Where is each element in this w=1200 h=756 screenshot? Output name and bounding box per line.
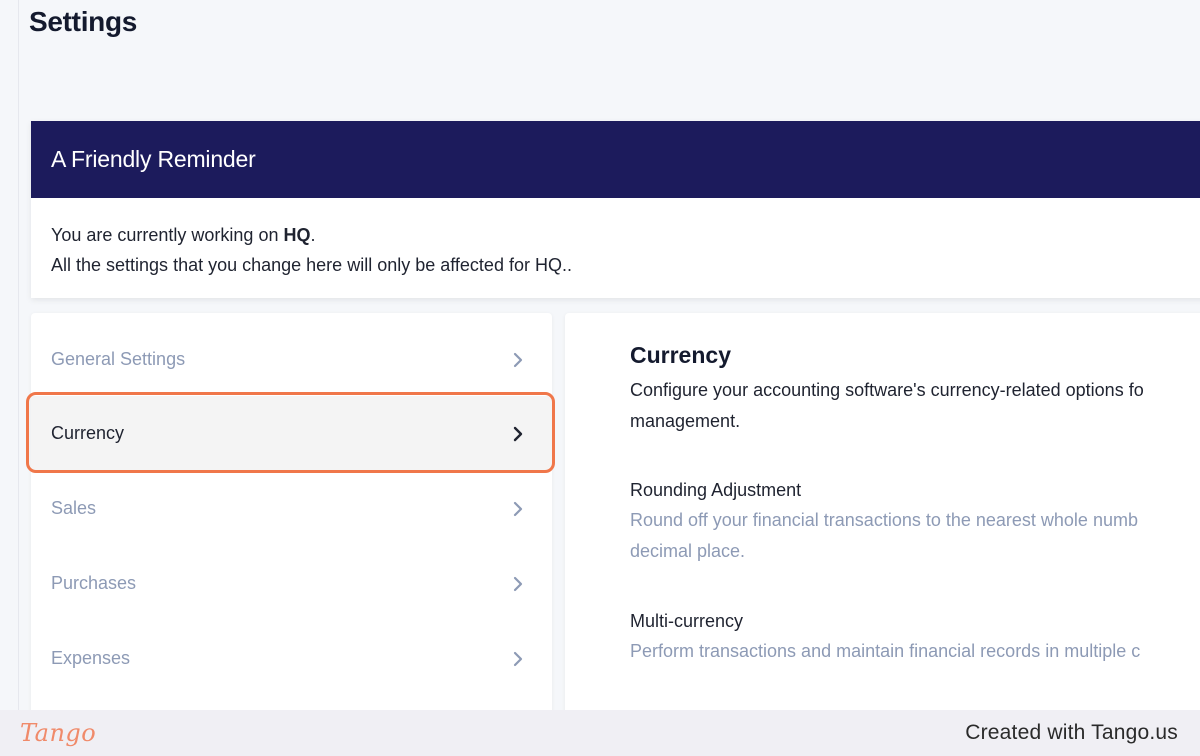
- branch-name: HQ: [283, 225, 311, 245]
- option-description-rounding-adjustment: Round off your financial transactions to…: [630, 505, 1138, 567]
- nav-item-label: Expenses: [51, 648, 131, 668]
- reminder-line-1-suffix: .: [310, 225, 316, 245]
- nav-item-purchases[interactable]: Purchases: [31, 546, 552, 621]
- settings-content-panel: Currency Configure your accounting softw…: [565, 313, 1200, 733]
- section-description: Configure your accounting software's cur…: [630, 375, 1200, 437]
- reminder-line-1-prefix: You are currently working on: [51, 225, 284, 245]
- option-description-line-1: Perform transactions and maintain financ…: [630, 641, 1141, 661]
- section-description-line-1: Configure your accounting software's cur…: [630, 380, 1144, 400]
- nav-item-label: Currency: [51, 423, 125, 443]
- reminder-heading: A Friendly Reminder: [31, 121, 1200, 198]
- tango-logo: Tango: [20, 719, 97, 747]
- chevron-right-icon: [512, 426, 524, 442]
- option-title-multi-currency: Multi-currency: [630, 611, 744, 631]
- nav-item-label: Purchases: [51, 573, 137, 593]
- section-description-line-2: management.: [630, 411, 741, 431]
- option-title-rounding-adjustment: Rounding Adjustment: [630, 480, 802, 500]
- page-title: Settings: [29, 6, 138, 37]
- nav-item-label: General Settings: [51, 349, 186, 369]
- chevron-right-icon: [512, 501, 524, 517]
- chevron-right-icon: [512, 651, 524, 667]
- option-description-multi-currency: Perform transactions and maintain financ…: [630, 636, 1140, 667]
- nav-item-sales[interactable]: Sales: [31, 471, 552, 546]
- nav-item-label: Sales: [51, 498, 97, 518]
- nav-item-currency[interactable]: Currency: [31, 396, 552, 471]
- chevron-right-icon: [512, 352, 524, 368]
- option-description-line-1: Round off your financial transactions to…: [630, 510, 1138, 530]
- reminder-body: You are currently working on HQ. All the…: [31, 198, 1200, 280]
- reminder-line-2: All the settings that you change here wi…: [51, 255, 572, 275]
- tango-footer: Tango Created with Tango.us: [0, 710, 1200, 756]
- section-title: Currency: [630, 342, 731, 368]
- nav-item-expenses[interactable]: Expenses: [31, 621, 552, 696]
- chevron-right-icon: [512, 576, 524, 592]
- nav-item-general-settings[interactable]: General Settings: [31, 322, 552, 397]
- option-description-line-2: decimal place.: [630, 541, 746, 561]
- reminder-line-1: You are currently working on HQ.: [51, 220, 1191, 250]
- footer-credit: Created with Tango.us: [965, 721, 1178, 744]
- reminder-card: A Friendly Reminder You are currently wo…: [31, 121, 1200, 298]
- settings-nav: General Settings Currency Sales Purchase…: [31, 313, 552, 733]
